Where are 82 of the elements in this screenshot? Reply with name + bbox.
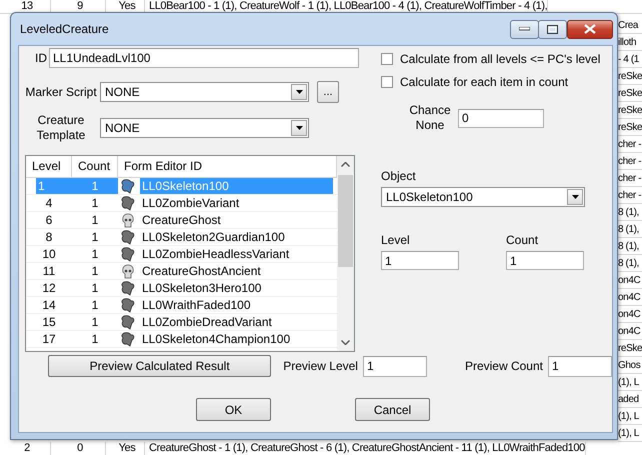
sheet-cell: Yes — [106, 442, 145, 455]
level-label: Level — [381, 233, 410, 247]
form-id-cell[interactable]: CreatureGhost — [140, 212, 334, 228]
preview-button[interactable]: Preview Calculated Result — [48, 355, 272, 377]
marker-script-label: Marker Script — [25, 84, 97, 100]
form-id-cell[interactable]: LL0Skeleton2Guardian100 — [140, 229, 334, 245]
checkbox-label: Calculate from all levels <= PC's level — [400, 52, 600, 66]
count-cell[interactable]: 1 — [72, 246, 118, 262]
close-icon — [584, 24, 596, 34]
id-field[interactable]: LL1UndeadLvl100 — [49, 48, 359, 68]
column-header[interactable]: Count — [72, 156, 118, 177]
chance-none-label: Chance None — [408, 103, 452, 133]
count-cell[interactable]: 1 — [72, 314, 118, 330]
maximize-button[interactable] — [538, 20, 567, 38]
window-title: LeveledCreature — [20, 22, 110, 36]
dropdown-arrow-icon — [296, 90, 302, 94]
scrollbar[interactable] — [337, 156, 354, 351]
browse-button[interactable]: ... — [317, 81, 339, 103]
level-cell[interactable]: 6 — [26, 212, 72, 228]
checkbox-label: Calculate for each item in count — [400, 75, 568, 89]
form-id-cell[interactable]: LL0ZombieVariant — [140, 195, 334, 211]
count-cell[interactable]: 1 — [72, 263, 118, 279]
checkbox[interactable] — [381, 76, 393, 88]
ok-button[interactable]: OK — [196, 398, 271, 421]
minimize-icon — [519, 27, 530, 31]
scroll-down-icon[interactable] — [341, 340, 350, 345]
skull-icon — [121, 212, 135, 228]
dropdown-arrow-icon — [572, 195, 578, 199]
sheet-cell: 2 — [0, 442, 51, 455]
skull-icon — [121, 264, 135, 278]
level-cell[interactable]: 12 — [26, 280, 72, 296]
blob-icon — [121, 332, 135, 346]
cancel-button[interactable]: Cancel — [355, 398, 430, 421]
blob-icon — [121, 196, 135, 210]
count-label: Count — [506, 233, 538, 247]
form-id-cell[interactable]: CreatureGhostAncient — [140, 263, 334, 279]
blob-icon — [121, 280, 135, 296]
preview-count-label: Preview Count — [464, 359, 543, 373]
blob-icon — [121, 246, 135, 262]
level-cell[interactable]: 11 — [26, 263, 72, 279]
level-cell[interactable]: 15 — [26, 314, 72, 330]
id-label: ID — [34, 51, 47, 65]
chance-none-field[interactable]: 0 — [458, 108, 544, 128]
column-header[interactable]: Level — [26, 156, 72, 177]
level-cell[interactable]: 8 — [26, 229, 72, 245]
maximize-icon — [547, 24, 558, 34]
level-cell[interactable]: 4 — [26, 195, 72, 211]
level-field[interactable]: 1 — [381, 251, 459, 270]
level-cell[interactable]: 14 — [26, 297, 72, 313]
form-id-cell[interactable]: LL0Skeleton4Champion100 — [140, 331, 334, 347]
count-cell[interactable]: 1 — [72, 297, 118, 313]
preview-level-field[interactable]: 1 — [362, 356, 427, 376]
blob-icon — [121, 298, 135, 312]
checkbox[interactable] — [381, 53, 393, 65]
count-cell[interactable]: 1 — [72, 212, 118, 228]
level-cell[interactable]: 17 — [26, 331, 72, 347]
marker-script-dropdown[interactable]: NONE — [100, 82, 309, 102]
sheet-cell: CreatureGhost - 1 (1), CreatureGhost - 6 (1), CreatureGhostAncient - 11 (1), LL0WraithFaded100 — [145, 442, 586, 455]
form-id-cell[interactable]: LL0Skeleton3Hero100 — [140, 280, 334, 296]
object-label: Object — [381, 169, 416, 183]
count-cell[interactable]: 1 — [72, 195, 118, 211]
sheet-cell: 0 — [51, 442, 106, 455]
creature-template-dropdown[interactable]: NONE — [100, 118, 309, 138]
form-id-cell[interactable]: LL0WraithFaded100 — [140, 297, 334, 313]
blob-icon — [121, 178, 135, 194]
form-id-cell[interactable]: LL0ZombieDreadVariant — [140, 314, 334, 330]
preview-level-label: Preview Level — [283, 359, 358, 373]
count-field[interactable]: 1 — [506, 251, 584, 270]
level-cell[interactable]: 10 — [26, 246, 72, 262]
count-cell[interactable]: 1 — [72, 280, 118, 296]
blob-icon — [121, 230, 135, 244]
count-cell[interactable]: 1 — [72, 331, 118, 347]
blob-icon — [121, 314, 135, 330]
minimize-button[interactable] — [510, 20, 539, 38]
preview-count-field[interactable]: 1 — [548, 356, 612, 376]
count-cell[interactable]: 1 — [72, 229, 118, 245]
scroll-up-icon[interactable] — [341, 162, 350, 167]
object-dropdown[interactable]: LL0Skeleton100 — [381, 187, 585, 207]
creature-template-label: Creature Template — [36, 113, 86, 143]
dropdown-arrow-icon — [296, 126, 302, 130]
form-id-cell[interactable]: LL0ZombieHeadlessVariant — [140, 246, 334, 262]
close-button[interactable] — [567, 20, 613, 38]
